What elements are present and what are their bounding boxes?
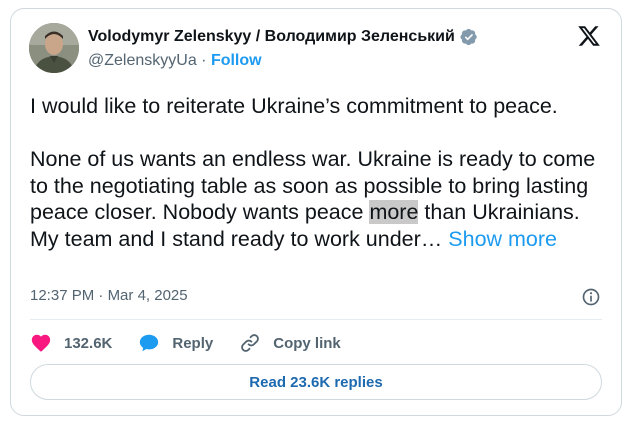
tweet-paragraph-1: I would like to reiterate Ukraine’s comm…: [30, 94, 558, 118]
action-bar: 132.6K Reply Copy link: [30, 331, 367, 355]
show-more-link[interactable]: Show more: [448, 227, 557, 251]
reply-button[interactable]: Reply: [138, 332, 213, 354]
author-handle[interactable]: @ZelenskyyUa: [88, 52, 197, 69]
like-button[interactable]: 132.6K: [30, 332, 112, 354]
timestamp-separator: ·: [94, 287, 108, 304]
author-avatar[interactable]: [29, 23, 79, 73]
tweet-text: I would like to reiterate Ukraine’s comm…: [30, 93, 605, 252]
reply-label: Reply: [172, 334, 214, 352]
follow-button[interactable]: Follow: [211, 52, 262, 69]
read-replies-button[interactable]: Read 23.6K replies: [30, 364, 602, 400]
avatar-image: [29, 23, 79, 73]
handle-separator: ·: [196, 52, 211, 69]
heart-icon: [31, 334, 51, 352]
author-name-row: Volodymyr Zelenskyy / Володимир Зеленськ…: [88, 28, 478, 46]
tweet-card: Volodymyr Zelenskyy / Володимир Зеленськ…: [10, 8, 622, 416]
like-count: 132.6K: [64, 334, 113, 352]
divider: [30, 319, 602, 320]
author-display-name[interactable]: Volodymyr Zelenskyy / Володимир Зеленськ…: [88, 28, 455, 46]
highlighted-word: more: [369, 200, 419, 224]
tweet-time: 12:37 PM: [30, 287, 95, 304]
reply-bubble-icon: [140, 334, 159, 352]
copy-link-label: Copy link: [273, 334, 341, 352]
x-logo-icon[interactable]: [577, 24, 601, 48]
tweet-date: Mar 4, 2025: [107, 287, 188, 304]
tweet-timestamp[interactable]: 12:37 PM · Mar 4, 2025: [30, 287, 188, 304]
verified-badge-icon: [460, 28, 477, 46]
link-icon: [241, 334, 260, 352]
copy-link-button[interactable]: Copy link: [239, 332, 341, 354]
author-handle-row: @ZelenskyyUa · Follow: [88, 52, 262, 70]
info-icon[interactable]: [581, 287, 601, 307]
